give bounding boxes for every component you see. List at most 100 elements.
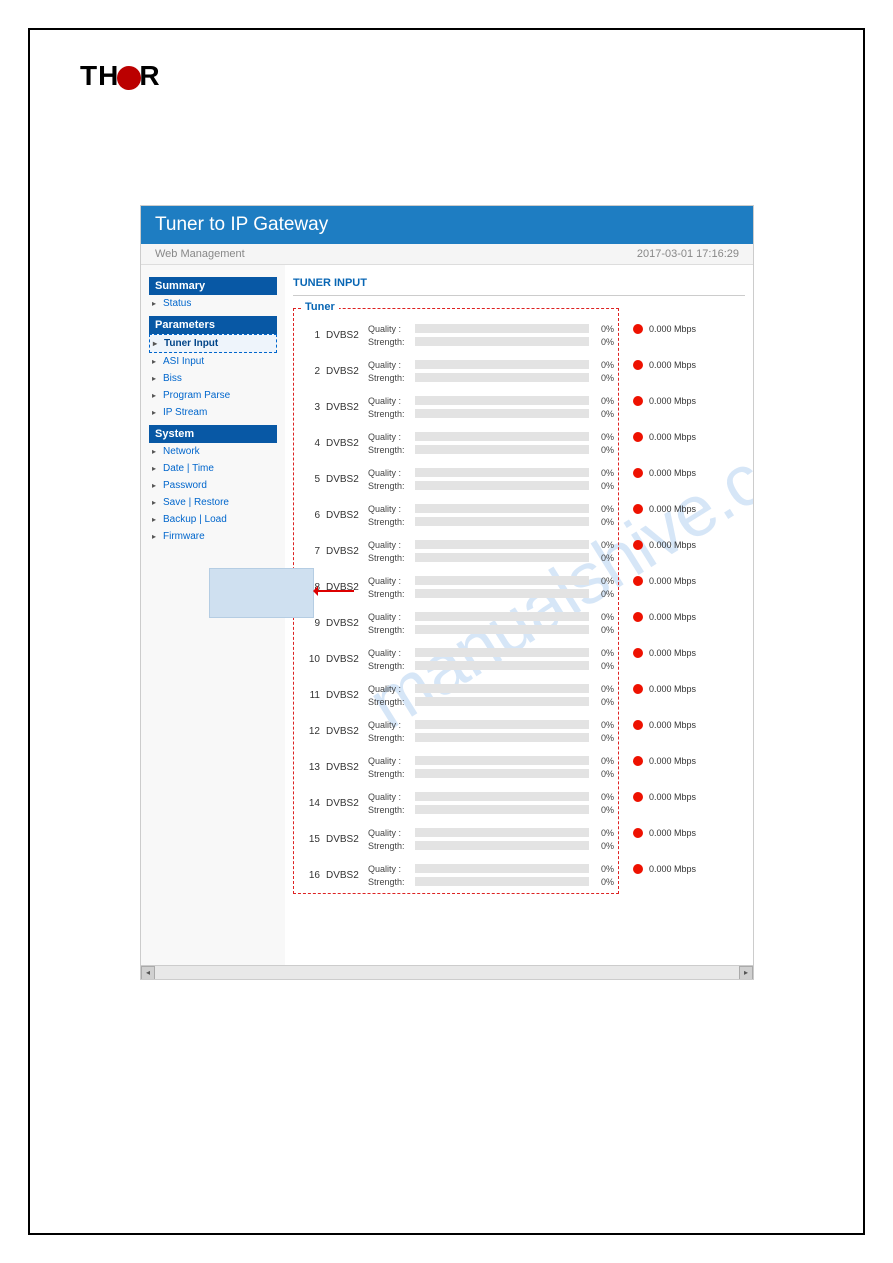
tuner-bars: Quality :0%Strength:0%	[362, 394, 614, 420]
sidebar-item-save-restore[interactable]: Save | Restore	[149, 494, 277, 511]
quality-bar	[415, 864, 589, 873]
bitrate-value: 0.000 Mbps	[649, 360, 696, 370]
sidebar-item-firmware[interactable]: Firmware	[149, 528, 277, 545]
tuner-type: DVBS2	[320, 438, 362, 449]
strength-bar	[415, 517, 589, 526]
sidebar-item-network[interactable]: Network	[149, 443, 277, 460]
tuner-bars: Quality :0%Strength:0%	[362, 754, 614, 780]
rate-row: 0.000 Mbps	[633, 419, 733, 455]
tuner-row[interactable]: 15DVBS2Quality :0%Strength:0%	[298, 821, 614, 857]
quality-label: Quality :	[368, 684, 412, 694]
rate-column: 0.000 Mbps0.000 Mbps0.000 Mbps0.000 Mbps…	[633, 311, 733, 887]
timestamp: 2017-03-01 17:16:29	[637, 248, 739, 260]
status-dot-icon	[633, 468, 643, 478]
quality-label: Quality :	[368, 648, 412, 658]
quality-value: 0%	[592, 864, 614, 874]
quality-bar	[415, 540, 589, 549]
tuner-bars: Quality :0%Strength:0%	[362, 322, 614, 348]
quality-value: 0%	[592, 684, 614, 694]
quality-value: 0%	[592, 612, 614, 622]
sidebar-item-date-time[interactable]: Date | Time	[149, 460, 277, 477]
strength-value: 0%	[592, 517, 614, 527]
strength-value: 0%	[592, 769, 614, 779]
tuner-bars: Quality :0%Strength:0%	[362, 466, 614, 492]
rate-row: 0.000 Mbps	[633, 707, 733, 743]
strength-bar	[415, 373, 589, 382]
rate-row: 0.000 Mbps	[633, 491, 733, 527]
tuner-index: 12	[298, 726, 320, 737]
status-dot-icon	[633, 612, 643, 622]
status-dot-icon	[633, 720, 643, 730]
status-dot-icon	[633, 360, 643, 370]
tuner-row[interactable]: 10DVBS2Quality :0%Strength:0%	[298, 641, 614, 677]
strength-bar	[415, 553, 589, 562]
tuner-row[interactable]: 1DVBS2Quality :0%Strength:0%	[298, 317, 614, 353]
quality-bar	[415, 432, 589, 441]
rate-row: 0.000 Mbps	[633, 311, 733, 347]
quality-bar	[415, 612, 589, 621]
tuner-index: 10	[298, 654, 320, 665]
tuner-row[interactable]: 16DVBS2Quality :0%Strength:0%	[298, 857, 614, 893]
bitrate-value: 0.000 Mbps	[649, 324, 696, 334]
tuner-row[interactable]: 11DVBS2Quality :0%Strength:0%	[298, 677, 614, 713]
strength-bar	[415, 877, 589, 886]
sidebar-item-status[interactable]: Status	[149, 295, 277, 312]
sidebar-item-biss[interactable]: Biss	[149, 370, 277, 387]
strength-value: 0%	[592, 625, 614, 635]
status-dot-icon	[633, 684, 643, 694]
horizontal-scrollbar[interactable]: ◂ ▸	[141, 965, 753, 979]
bitrate-value: 0.000 Mbps	[649, 720, 696, 730]
tuner-row[interactable]: 4DVBS2Quality :0%Strength:0%	[298, 425, 614, 461]
quality-bar	[415, 684, 589, 693]
quality-label: Quality :	[368, 864, 412, 874]
tuner-row[interactable]: 8DVBS2Quality :0%Strength:0%	[298, 569, 614, 605]
tuner-row[interactable]: 14DVBS2Quality :0%Strength:0%	[298, 785, 614, 821]
tuner-index: 15	[298, 834, 320, 845]
strength-value: 0%	[592, 553, 614, 563]
scroll-right-button[interactable]: ▸	[739, 966, 753, 980]
bitrate-value: 0.000 Mbps	[649, 396, 696, 406]
sub-header: Web Management 2017-03-01 17:16:29	[141, 244, 753, 265]
rate-row: 0.000 Mbps	[633, 527, 733, 563]
window-title: Tuner to IP Gateway	[141, 206, 753, 244]
strength-value: 0%	[592, 697, 614, 707]
scroll-left-button[interactable]: ◂	[141, 966, 155, 980]
tuner-row[interactable]: 2DVBS2Quality :0%Strength:0%	[298, 353, 614, 389]
quality-bar	[415, 576, 589, 585]
strength-label: Strength:	[368, 517, 412, 527]
quality-value: 0%	[592, 720, 614, 730]
bitrate-value: 0.000 Mbps	[649, 756, 696, 766]
strength-bar	[415, 409, 589, 418]
strength-value: 0%	[592, 733, 614, 743]
sidebar-item-program-parse[interactable]: Program Parse	[149, 387, 277, 404]
quality-bar	[415, 360, 589, 369]
sidebar-item-tuner-input[interactable]: Tuner Input	[149, 334, 277, 353]
tuner-row[interactable]: 7DVBS2Quality :0%Strength:0%	[298, 533, 614, 569]
quality-value: 0%	[592, 576, 614, 586]
callout-box	[209, 568, 314, 618]
tuner-row[interactable]: 5DVBS2Quality :0%Strength:0%	[298, 461, 614, 497]
tuner-index: 6	[298, 510, 320, 521]
sidebar-item-ip-stream[interactable]: IP Stream	[149, 404, 277, 421]
status-dot-icon	[633, 540, 643, 550]
tuner-row[interactable]: 12DVBS2Quality :0%Strength:0%	[298, 713, 614, 749]
tuner-row[interactable]: 13DVBS2Quality :0%Strength:0%	[298, 749, 614, 785]
strength-value: 0%	[592, 409, 614, 419]
sidebar-item-backup-load[interactable]: Backup | Load	[149, 511, 277, 528]
tuner-bars: Quality :0%Strength:0%	[362, 502, 614, 528]
quality-value: 0%	[592, 756, 614, 766]
tuner-row[interactable]: 3DVBS2Quality :0%Strength:0%	[298, 389, 614, 425]
rate-row: 0.000 Mbps	[633, 851, 733, 887]
strength-value: 0%	[592, 841, 614, 851]
tuner-type: DVBS2	[320, 798, 362, 809]
strength-bar	[415, 589, 589, 598]
strength-value: 0%	[592, 481, 614, 491]
tuner-bars: Quality :0%Strength:0%	[362, 574, 614, 600]
sidebar-item-password[interactable]: Password	[149, 477, 277, 494]
tuner-type: DVBS2	[320, 618, 362, 629]
bitrate-value: 0.000 Mbps	[649, 684, 696, 694]
tuner-row[interactable]: 9DVBS2Quality :0%Strength:0%	[298, 605, 614, 641]
tuner-row[interactable]: 6DVBS2Quality :0%Strength:0%	[298, 497, 614, 533]
tuner-index: 5	[298, 474, 320, 485]
sidebar-item-asi-input[interactable]: ASI Input	[149, 353, 277, 370]
